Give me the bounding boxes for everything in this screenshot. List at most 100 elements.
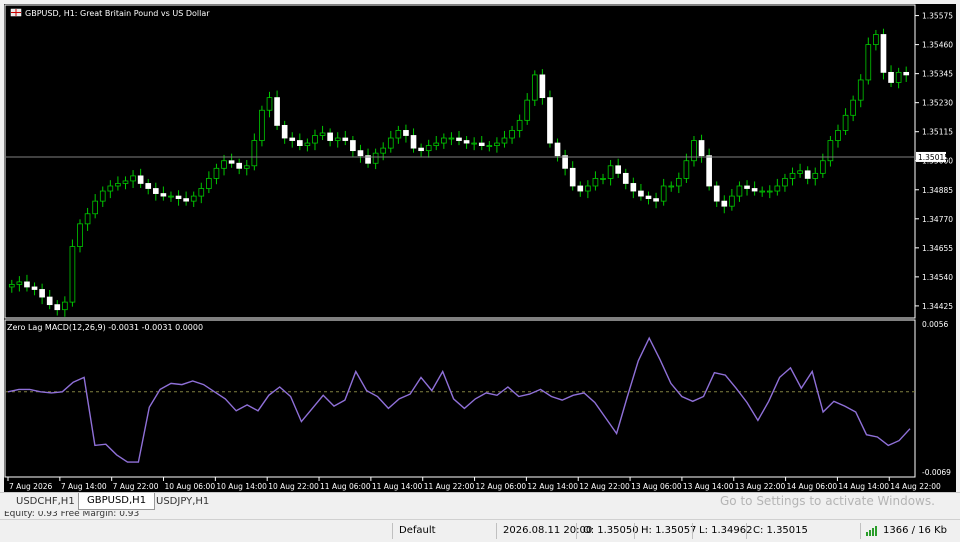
candle-body (850, 99, 856, 116)
candle-body (751, 188, 758, 192)
candle-body (342, 137, 349, 141)
candle-body (190, 195, 197, 202)
candle-body (236, 162, 243, 169)
candle-body (478, 142, 485, 146)
candle-body (615, 165, 622, 174)
tab-gbpusd[interactable]: GBPUSD,H1 (78, 493, 156, 510)
chart-title: GBPUSD, H1: Great Britain Pound vs US Do… (25, 9, 210, 18)
status-low: L: 1.34962 (692, 523, 752, 539)
candle-body (334, 137, 341, 141)
candle-body (804, 170, 811, 179)
candle-body (691, 140, 697, 162)
candle-body (698, 140, 705, 157)
candle-body (592, 178, 599, 187)
candle-body (84, 213, 91, 225)
status-open: O: 1.35050 (576, 523, 639, 539)
tab-usdjpy[interactable]: USDJPY,H1 (148, 494, 217, 510)
candle-body (759, 190, 766, 193)
time-tick-label: 14 Aug 14:00 (838, 482, 889, 491)
candle-body (812, 172, 819, 179)
candle-body (380, 147, 387, 154)
activate-windows-watermark: Go to Settings to activate Windows. (720, 494, 935, 508)
candle-body (585, 185, 591, 192)
status-bar: Default 2026.08.11 20:00 O: 1.35050 H: 1… (0, 519, 960, 542)
price-tick-label: 1.35460 (922, 41, 953, 50)
time-tick-label: 7 Aug 14:00 (61, 482, 107, 491)
indicator-label: Zero Lag MACD(12,26,9) -0.0031 -0.0031 0… (7, 323, 203, 332)
time-tick-label: 13 Aug 22:00 (735, 482, 786, 491)
tab-usdchf[interactable]: USDCHF,H1 (8, 494, 83, 510)
candle-body (410, 135, 417, 149)
candle-body (471, 142, 477, 145)
candle-body (903, 71, 910, 76)
candle-body (319, 132, 326, 136)
time-tick-label: 12 Aug 06:00 (476, 482, 527, 491)
candle-body (494, 142, 500, 146)
candle-body (645, 195, 652, 200)
candle-body (713, 185, 720, 202)
signal-bars-icon (866, 526, 877, 536)
candle-body (539, 74, 546, 99)
candle-body (721, 200, 728, 207)
candle-body (168, 195, 174, 198)
candle-body (827, 140, 834, 162)
candle-body (259, 109, 265, 141)
current-price-label: 1.35015 (918, 153, 949, 162)
candle-body (865, 44, 872, 81)
candle-body (152, 188, 159, 194)
price-tick-label: 1.34770 (922, 215, 953, 224)
candle-body (213, 167, 220, 179)
chart-window[interactable]: GBPUSD, H1: Great Britain Pound vs US Do… (4, 4, 956, 492)
current-price-tag: 1.35015 (916, 151, 949, 162)
candle-body (350, 140, 356, 152)
time-tick-label: 13 Aug 14:00 (683, 482, 734, 491)
candle-body (569, 167, 576, 187)
candle-body (372, 152, 379, 164)
candle-body (266, 97, 273, 111)
candle-body (357, 150, 364, 157)
candle-body (653, 198, 659, 202)
price-tick-label: 1.34885 (922, 186, 953, 195)
candle-body (54, 304, 61, 311)
time-tick-label: 10 Aug 06:00 (165, 482, 216, 491)
candle-body (243, 165, 250, 169)
time-tick-label: 12 Aug 14:00 (527, 482, 578, 491)
candle-body (577, 185, 584, 192)
candle-body (115, 183, 121, 187)
candle-body (744, 185, 750, 189)
indicator-scale-max: 0.0056 (922, 320, 948, 329)
candle-body (198, 188, 205, 197)
candle-body (274, 97, 280, 126)
candle-body (554, 142, 561, 157)
candle-body (16, 281, 23, 285)
candle-body (668, 185, 675, 188)
candle-body (729, 195, 735, 207)
candle-body (206, 178, 212, 189)
candle-body (160, 193, 167, 197)
candle-body (145, 183, 152, 189)
status-datetime: 2026.08.11 20:00 (496, 523, 592, 539)
price-tick-label: 1.35230 (922, 99, 953, 108)
account-equity-line: Equity: 0.93 Free Margin: 0.93 (4, 511, 140, 519)
candle-body (524, 99, 531, 121)
candle-body (403, 130, 409, 136)
candle-body (69, 246, 76, 303)
candle-body (683, 160, 690, 179)
price-tick-label: 1.35115 (922, 128, 953, 137)
price-tick-label: 1.34540 (922, 273, 953, 282)
candle-body (607, 165, 614, 179)
candle-body (387, 137, 394, 149)
candle-body (441, 137, 447, 144)
candle-body (183, 198, 189, 202)
candle-body (857, 79, 864, 101)
time-tick-label: 7 Aug 22:00 (113, 482, 159, 491)
time-tick-label: 11 Aug 22:00 (424, 482, 475, 491)
status-high: H: 1.35057 (634, 523, 696, 539)
candle-body (638, 190, 644, 197)
candle-body (228, 160, 235, 164)
chart-canvas[interactable]: GBPUSD, H1: Great Britain Pound vs US Do… (4, 4, 956, 492)
candle-body (107, 185, 114, 192)
candle-body (880, 34, 887, 73)
candle-body (175, 195, 182, 200)
time-tick-label: 14 Aug 06:00 (787, 482, 838, 491)
